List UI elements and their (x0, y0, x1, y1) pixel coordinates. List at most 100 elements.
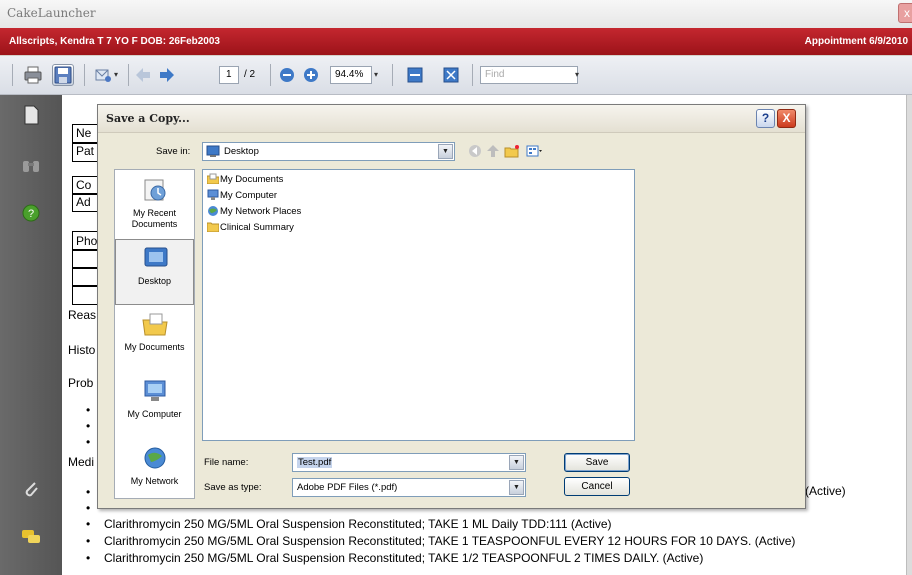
appointment-info: Appointment 6/9/2010 (804, 36, 908, 47)
email-button[interactable] (92, 64, 114, 86)
file-name-label: File name: (204, 457, 249, 468)
file-item-label: My Network Places (220, 206, 302, 217)
save-copy-button[interactable] (52, 64, 74, 86)
zoom-level-field[interactable]: 94.4% (330, 66, 372, 84)
my-documents-icon (142, 313, 168, 336)
zoom-in-icon (304, 68, 318, 82)
place-my-recent-documents[interactable]: My Recent Documents (115, 172, 194, 238)
comments-icon[interactable] (21, 527, 41, 547)
file-name-value[interactable]: Test.pdf (297, 457, 333, 468)
page-total: / 2 (244, 69, 256, 80)
previous-page-button[interactable] (132, 64, 154, 86)
next-page-button[interactable] (156, 64, 178, 86)
medication-item: Clarithromycin 250 MG/5ML Oral Suspensio… (104, 551, 704, 565)
pdf-toolbar: ▾ 1 / 2 94.4% ▾ Find ▾ (0, 56, 912, 95)
file-item-label: My Computer (220, 190, 278, 201)
page-number-input[interactable]: 1 (219, 66, 239, 84)
binoculars-icon[interactable] (21, 155, 41, 175)
floppy-disk-icon (54, 66, 72, 84)
save-button[interactable]: Save (564, 453, 630, 472)
toolbar-separator (392, 64, 393, 86)
desktop-icon (206, 145, 220, 157)
documents-folder-icon (207, 173, 219, 184)
up-folder-icon[interactable] (486, 144, 500, 158)
section-label: Histo (68, 343, 96, 357)
toolbar-separator (472, 64, 473, 86)
section-label: Reas (68, 308, 97, 322)
recent-documents-icon (144, 179, 166, 201)
back-icon[interactable] (468, 144, 482, 158)
place-my-computer[interactable]: My Computer (115, 373, 194, 439)
bullet: • (86, 551, 91, 565)
email-dropdown-arrow[interactable]: ▾ (114, 64, 124, 86)
save-as-type-combo[interactable]: Adobe PDF Files (*.pdf) ▼ (292, 478, 526, 497)
dialog-close-button[interactable]: X (777, 109, 796, 128)
file-item-my-documents[interactable]: My Documents (207, 173, 283, 189)
computer-icon (207, 189, 219, 200)
window-close-button[interactable]: x (898, 3, 912, 23)
toolbar-separator (84, 64, 85, 86)
my-computer-icon (144, 380, 166, 401)
folder-icon (207, 222, 219, 232)
file-item-my-computer[interactable]: My Computer (207, 189, 277, 205)
file-item-my-network-places[interactable]: My Network Places (207, 205, 301, 221)
box-label: Ne (76, 126, 92, 140)
medication-item: Clarithromycin 250 MG/5ML Oral Suspensio… (104, 517, 612, 531)
find-input[interactable]: Find (480, 66, 578, 84)
place-label: My Documents (124, 342, 185, 352)
dialog-title-bar: Save a Copy... ? X (98, 105, 805, 133)
section-label: Prob (68, 376, 94, 390)
fit-width-button[interactable] (404, 64, 426, 86)
arrow-right-icon (160, 68, 174, 82)
chevron-down-icon[interactable]: ▼ (438, 144, 453, 159)
file-item-label: My Documents (220, 174, 284, 185)
zoom-dropdown-arrow[interactable]: ▾ (374, 64, 384, 86)
desktop-icon (144, 247, 168, 267)
bullet: • (86, 419, 91, 433)
file-list: My Documents My Computer My Network Plac… (202, 169, 635, 441)
document-icon[interactable] (21, 105, 41, 125)
places-bar: My Recent Documents Desktop My Documents… (114, 169, 195, 499)
bullet: • (86, 534, 91, 548)
medication-status: (Active) (805, 484, 846, 498)
box-label: Ad (76, 195, 91, 209)
bullet: • (86, 403, 91, 417)
my-network-icon (144, 447, 166, 469)
bullet: • (86, 501, 91, 515)
section-label: Medi (68, 455, 95, 469)
cancel-button[interactable]: Cancel (564, 477, 630, 496)
new-folder-icon[interactable] (504, 144, 520, 158)
place-desktop[interactable]: Desktop (115, 239, 194, 305)
toolbar-separator (128, 64, 129, 86)
dialog-help-button[interactable]: ? (756, 109, 775, 128)
find-dropdown-arrow[interactable]: ▾ (575, 64, 585, 86)
save-copy-dialog: Save a Copy... ? X Save in: Desktop ▼ My… (97, 104, 806, 509)
attachment-icon[interactable] (21, 479, 41, 499)
patient-banner: Allscripts, Kendra T 7 YO F DOB: 26Feb20… (0, 28, 912, 55)
zoom-out-button[interactable] (276, 64, 298, 86)
save-in-combo[interactable]: Desktop ▼ (202, 142, 455, 161)
toolbar-separator (270, 64, 271, 86)
document-scrollbar[interactable] (906, 95, 912, 575)
print-button[interactable] (22, 64, 44, 86)
zoom-out-icon (280, 68, 294, 82)
file-name-field[interactable]: Test.pdf ▼ (292, 453, 526, 472)
zoom-in-button[interactable] (300, 64, 322, 86)
bullet: • (86, 517, 91, 531)
dialog-title: Save a Copy... (106, 112, 190, 125)
place-my-documents[interactable]: My Documents (115, 306, 194, 372)
chevron-down-icon[interactable]: ▼ (509, 480, 524, 495)
box-label: Pat (76, 144, 95, 158)
app-title-bar: CakeLauncher x (0, 0, 912, 29)
bullet: • (86, 485, 91, 499)
file-item-clinical-summary[interactable]: Clinical Summary (207, 221, 294, 237)
chevron-down-icon[interactable]: ▼ (509, 455, 524, 470)
fit-page-button[interactable] (440, 64, 462, 86)
printer-icon (24, 66, 42, 84)
save-in-value: Desktop (224, 146, 259, 157)
box-label: Co (76, 178, 92, 192)
place-my-network[interactable]: My Network (115, 440, 194, 506)
view-menu-icon[interactable] (526, 144, 542, 158)
fit-page-icon (443, 67, 459, 83)
help-icon[interactable]: ? (21, 203, 41, 223)
